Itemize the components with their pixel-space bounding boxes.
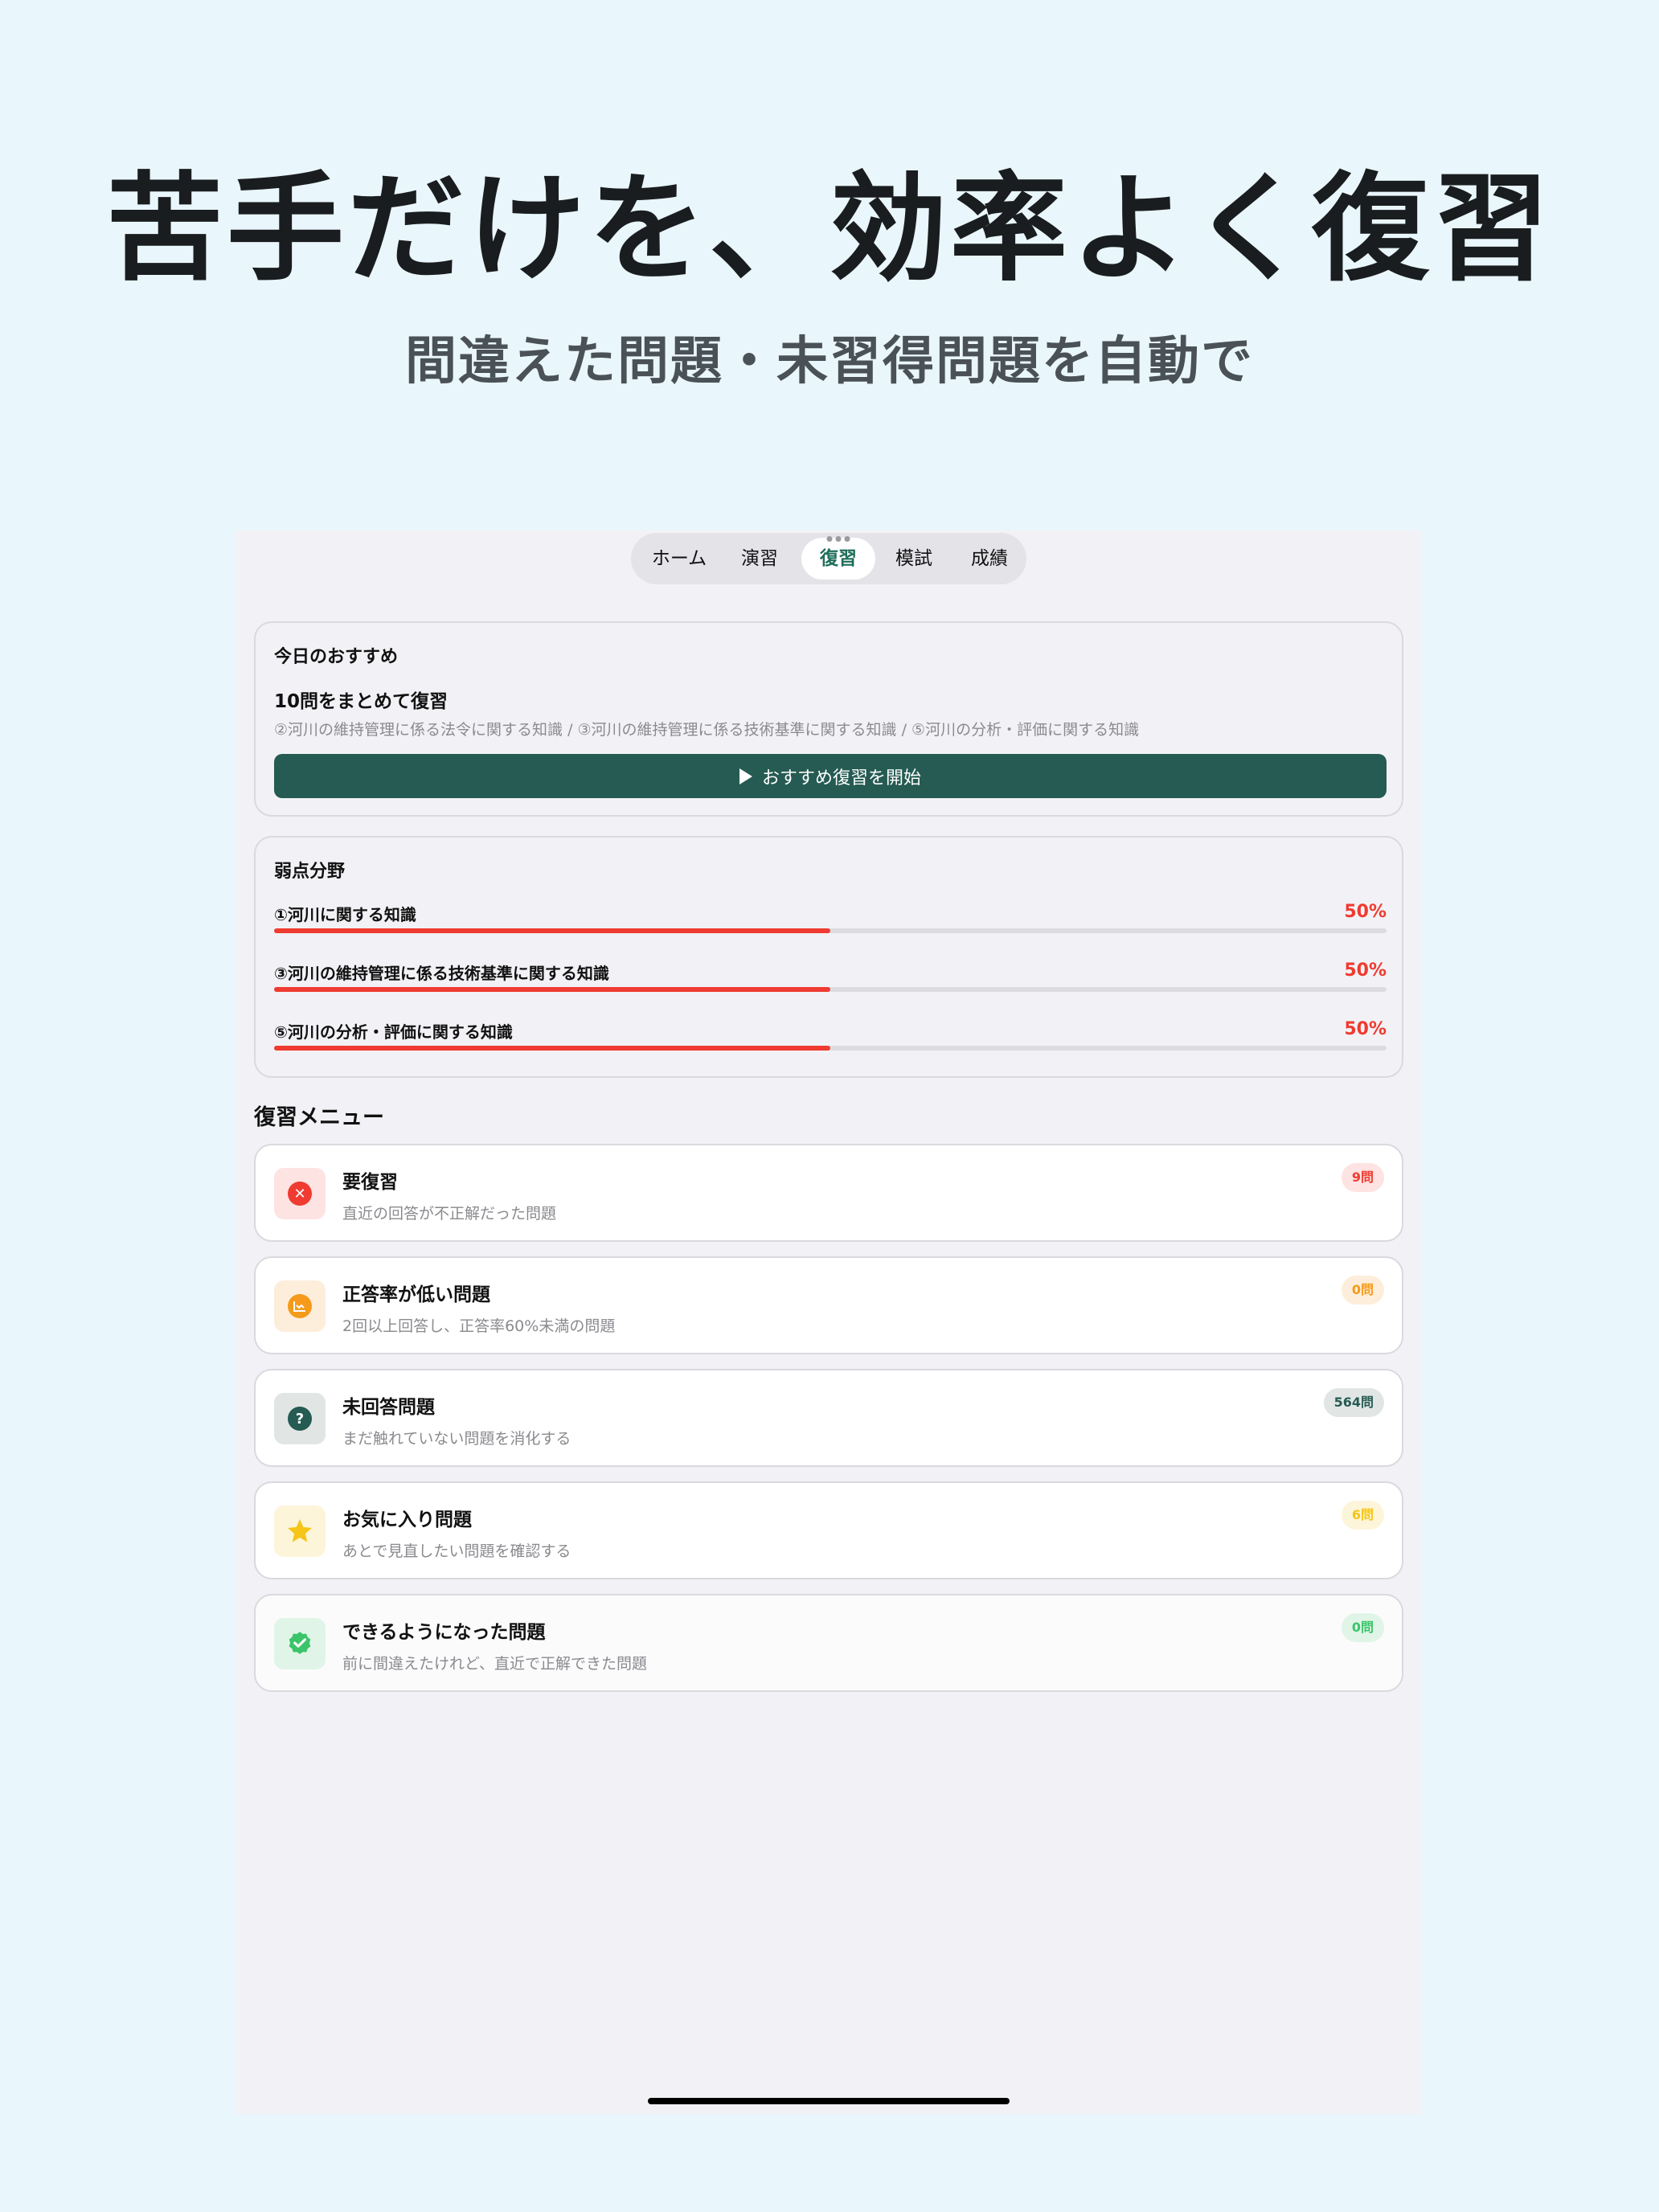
weak-area-label: ①河川に関する知識 [274, 905, 416, 924]
play-icon [739, 768, 752, 784]
weak-area-percent: 50% [1344, 902, 1387, 922]
weak-areas-heading: 弱点分野 [274, 862, 346, 882]
weak-area-percent: 50% [1344, 1019, 1387, 1039]
home-indicator [648, 2098, 1010, 2104]
progress-fill [274, 928, 830, 933]
menu-item-description: 直近の回答が不正解だった問題 [342, 1205, 557, 1223]
count-badge: 564問 [1323, 1388, 1384, 1417]
menu-item-title: 要復習 [342, 1172, 398, 1193]
review-menu-item-unanswered[interactable]: ? 未回答問題 まだ触れていない問題を消化する 564問 [254, 1369, 1403, 1467]
check-badge-icon [289, 1632, 311, 1654]
menu-item-title: 未回答問題 [342, 1397, 435, 1418]
tab-practice[interactable]: 演習 [723, 538, 797, 580]
progress-fill [274, 1046, 830, 1051]
menu-item-description: あとで見直したい問題を確認する [342, 1542, 571, 1560]
menu-item-description: 2回以上回答し、正答率60%未満の問題 [342, 1317, 616, 1335]
tab-bar: ホーム 演習 復習 模試 成績 [631, 533, 1026, 584]
review-menu-item-low-accuracy[interactable]: 正答率が低い問題 2回以上回答し、正答率60%未満の問題 0問 [254, 1256, 1403, 1354]
recommend-description: ②河川の維持管理に係る法令に関する知識 / ③河川の維持管理に係る技術基準に関す… [274, 721, 1140, 739]
question-circle-icon: ? [288, 1407, 312, 1431]
menu-item-title: 正答率が低い問題 [342, 1284, 490, 1305]
weak-area-percent: 50% [1344, 961, 1387, 981]
menu-item-title: お気に入り問題 [342, 1509, 472, 1530]
weak-areas-card: 弱点分野 ①河川に関する知識 50% ③河川の維持管理に係る技術基準に関する知識… [254, 836, 1403, 1078]
count-badge: 9問 [1341, 1163, 1384, 1192]
menu-item-description: 前に間違えたけれど、直近で正解できた問題 [342, 1655, 648, 1673]
tab-results[interactable]: 成績 [952, 538, 1026, 580]
weak-area-item: ⑤河川の分析・評価に関する知識 50% [274, 1019, 1387, 1059]
more-dots-icon [826, 536, 850, 542]
review-menu-item-mastered[interactable]: できるようになった問題 前に間違えたけれど、直近で正解できた問題 0問 [254, 1594, 1403, 1692]
review-menu-item-favorites[interactable]: お気に入り問題 あとで見直したい問題を確認する 6問 [254, 1481, 1403, 1579]
start-button-label: おすすめ復習を開始 [761, 768, 921, 789]
x-circle-icon: ✕ [288, 1182, 312, 1206]
tab-mock-exam[interactable]: 模試 [877, 538, 951, 580]
count-badge: 0問 [1341, 1276, 1384, 1305]
menu-icon-bg [274, 1618, 326, 1669]
progress-track [274, 928, 1387, 933]
tab-review-label: 復習 [820, 548, 857, 569]
start-recommended-review-button[interactable]: おすすめ復習を開始 [274, 754, 1387, 798]
menu-item-title: できるようになった問題 [342, 1622, 546, 1643]
recommend-card: 今日のおすすめ 10問をまとめて復習 ②河川の維持管理に係る法令に関する知識 /… [254, 621, 1403, 817]
count-badge: 0問 [1341, 1613, 1384, 1642]
tab-review[interactable]: 復習 [801, 536, 875, 580]
recommend-subtitle: 10問をまとめて復習 [274, 691, 449, 712]
weak-area-label: ⑤河川の分析・評価に関する知識 [274, 1022, 513, 1042]
menu-icon-bg [274, 1280, 326, 1332]
tab-home[interactable]: ホーム [642, 538, 716, 580]
progress-track [274, 1046, 1387, 1051]
weak-area-label: ③河川の維持管理に係る技術基準に関する知識 [274, 964, 609, 983]
recommend-heading: 今日のおすすめ [274, 647, 399, 667]
progress-track [274, 987, 1387, 992]
weak-area-item: ①河川に関する知識 50% [274, 902, 1387, 942]
menu-icon-bg: ✕ [274, 1168, 326, 1219]
menu-icon-bg [274, 1505, 326, 1557]
app-screen: ホーム 演習 復習 模試 成績 今日のおすすめ 10問をまとめて復習 ②河川の維… [236, 530, 1422, 2114]
menu-icon-bg: ? [274, 1393, 326, 1444]
hero-subtitle: 間違えた問題・未習得問題を自動で [405, 332, 1254, 391]
chart-down-icon [288, 1294, 312, 1318]
review-menu-item-needs-review[interactable]: ✕ 要復習 直近の回答が不正解だった問題 9問 [254, 1144, 1403, 1242]
star-icon [288, 1519, 312, 1542]
review-menu-heading: 復習メニュー [254, 1105, 384, 1130]
menu-item-description: まだ触れていない問題を消化する [342, 1430, 571, 1448]
count-badge: 6問 [1341, 1501, 1384, 1530]
progress-fill [274, 987, 830, 992]
weak-area-item: ③河川の維持管理に係る技術基準に関する知識 50% [274, 961, 1387, 1001]
hero-title: 苦手だけを、効率よく復習 [106, 161, 1553, 297]
